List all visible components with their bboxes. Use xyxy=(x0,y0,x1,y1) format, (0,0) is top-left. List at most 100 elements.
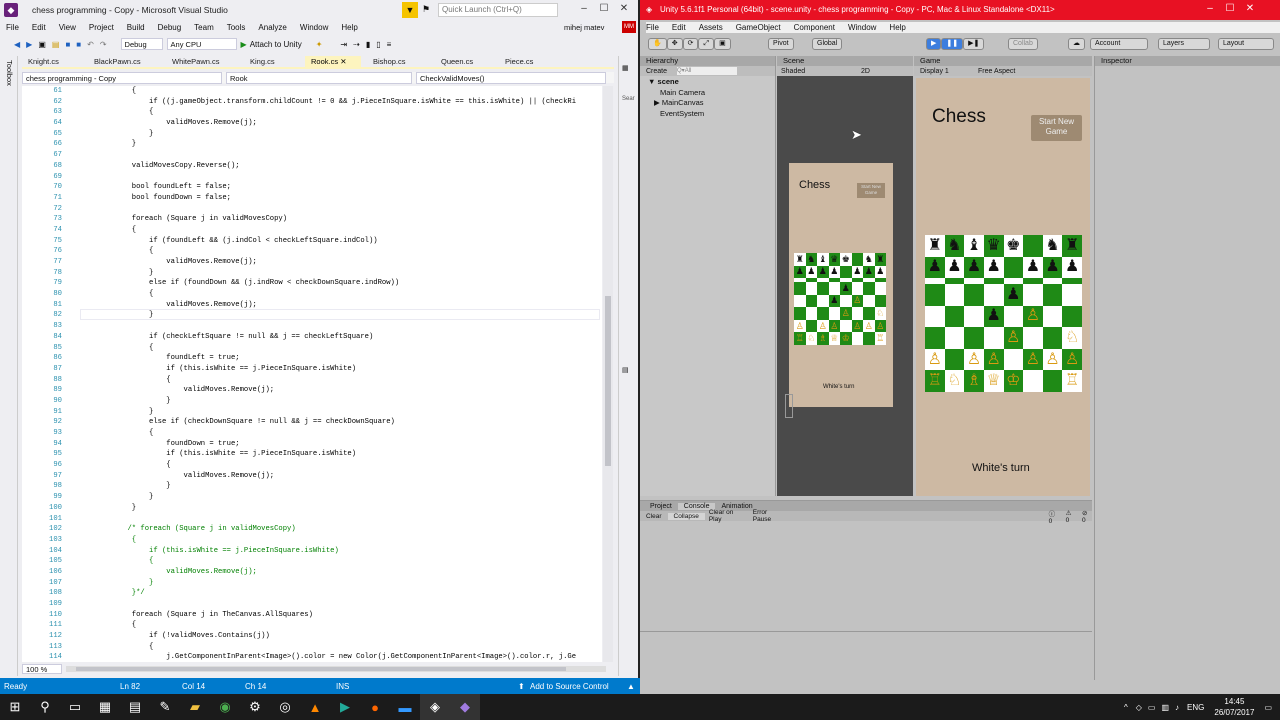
board-square[interactable]: ♙ xyxy=(1023,348,1043,371)
board-square[interactable]: ♚ xyxy=(1003,235,1024,257)
task-view-icon[interactable]: ▭ xyxy=(60,694,90,720)
board-square[interactable]: ♞ xyxy=(1042,235,1063,257)
board-square[interactable]: ♙ xyxy=(964,348,984,371)
unity-hub-icon[interactable]: ⚙ xyxy=(240,694,270,720)
board-square[interactable]: ♜ xyxy=(925,235,945,257)
unity-menu-gameobject[interactable]: GameObject xyxy=(736,23,781,32)
board-square[interactable] xyxy=(925,283,945,306)
layout-dropdown[interactable]: Layout xyxy=(1218,38,1274,50)
scene-canvas-preview[interactable]: Chess Start New Game ♜ ♞ ♝ ♛ ♚ ♞ ♜ ♟ ♟ ♟ ♟ ♟ ♟ ♟ ♟ ♟ ♙ ♙ ♘… xyxy=(789,163,893,407)
attach-to-unity-button[interactable]: Attach to Unity xyxy=(250,40,302,49)
board-square[interactable]: ♙ xyxy=(1062,348,1082,371)
file-explorer-icon[interactable]: ▰ xyxy=(180,694,210,720)
board-square[interactable] xyxy=(964,283,984,306)
board-square[interactable] xyxy=(1003,305,1024,328)
horizontal-scrollbar-thumb[interactable] xyxy=(76,667,566,671)
board-square[interactable] xyxy=(1023,327,1043,349)
board-square[interactable]: ♟ xyxy=(983,256,1004,279)
horizontal-scrollbar[interactable] xyxy=(66,666,606,672)
vlc-icon[interactable]: ▲ xyxy=(300,694,330,720)
board-square[interactable]: ♟ xyxy=(1062,256,1082,279)
method-dropdown[interactable]: CheckValidMoves() xyxy=(416,71,606,84)
scrollbar-thumb[interactable] xyxy=(605,296,611,466)
debug-icon[interactable]: ✦ xyxy=(316,40,323,49)
new-project-icon[interactable]: ▣ xyxy=(38,40,46,49)
play-button[interactable]: ▶ xyxy=(926,38,942,50)
configuration-dropdown[interactable]: Debug xyxy=(120,38,163,50)
board-square[interactable] xyxy=(964,327,984,349)
tab-knight[interactable]: Knight.cs xyxy=(22,56,82,68)
pause-button[interactable]: ❚❚ xyxy=(941,38,964,50)
board-square[interactable]: ♟ xyxy=(983,305,1004,328)
unity-menu-help[interactable]: Help xyxy=(889,23,905,32)
hierarchy-item-eventsystem[interactable]: EventSystem xyxy=(648,109,775,120)
play-icon[interactable]: ▶ xyxy=(241,40,247,49)
board-square[interactable] xyxy=(1042,370,1063,392)
board-square[interactable]: ♟ xyxy=(925,256,945,279)
toolbox-tab[interactable]: Toolbox xyxy=(5,60,14,86)
hierarchy-tab[interactable]: Hierarchy xyxy=(640,56,775,66)
steam-icon[interactable]: ◎ xyxy=(270,694,300,720)
board-square[interactable]: ♘ xyxy=(944,370,965,392)
dropbox-icon[interactable]: ◇ xyxy=(1136,703,1142,712)
search-icon[interactable]: ⚲ xyxy=(30,694,60,720)
project-tab[interactable]: Project xyxy=(644,503,678,510)
board-square[interactable]: ♟ xyxy=(964,256,984,279)
board-square[interactable]: ♛ xyxy=(983,235,1004,257)
menu-build[interactable]: Build xyxy=(127,23,145,32)
board-square[interactable] xyxy=(925,327,945,349)
tab-blackpawn[interactable]: BlackPawn.cs xyxy=(88,56,160,68)
board-square[interactable] xyxy=(983,283,1004,306)
quick-launch-input[interactable]: Quick Launch (Ctrl+Q) xyxy=(438,3,558,17)
menu-tools[interactable]: Tools xyxy=(227,23,246,32)
board-square[interactable]: ♕ xyxy=(983,370,1004,392)
notification-icon[interactable]: ⚑ xyxy=(422,4,430,15)
zoom-dropdown[interactable]: 100 % xyxy=(22,664,62,674)
scene-root-item[interactable]: ▼ scene xyxy=(648,77,775,88)
project-dropdown[interactable]: chess programming - Copy xyxy=(22,71,222,84)
start-icon[interactable]: ⊞ xyxy=(0,694,30,720)
hand-tool-icon[interactable]: ✋ xyxy=(648,38,667,50)
board-square[interactable] xyxy=(983,327,1004,349)
board-square[interactable]: ♞ xyxy=(944,235,965,257)
clock[interactable]: 14:45 26/07/2017 xyxy=(1214,696,1254,718)
board-square[interactable]: ♙ xyxy=(1003,327,1024,349)
filter-icon[interactable]: ▼ xyxy=(402,2,418,18)
tab-whitepawn[interactable]: WhitePawn.cs xyxy=(166,56,238,68)
board-square[interactable]: ♝ xyxy=(964,235,984,257)
terminal-icon[interactable]: ▶ xyxy=(330,694,360,720)
clear-on-play-button[interactable]: Clear on Play xyxy=(705,509,749,523)
menu-analyze[interactable]: Analyze xyxy=(258,23,286,32)
language-indicator[interactable]: ENG xyxy=(1187,703,1204,712)
account-dropdown[interactable]: Account xyxy=(1090,38,1148,50)
layers-dropdown[interactable]: Layers xyxy=(1158,38,1210,50)
board-square[interactable]: ♖ xyxy=(925,370,945,392)
close-tab-icon[interactable]: ✕ xyxy=(340,57,346,66)
add-source-control-button[interactable]: Add to Source Control xyxy=(530,682,609,691)
store-icon[interactable]: ▦ xyxy=(90,694,120,720)
minimize-button[interactable]: – xyxy=(574,3,594,14)
display-dropdown[interactable]: Display 1 xyxy=(920,68,978,75)
step-over-icon[interactable]: ⇢ xyxy=(353,40,360,49)
tab-queen[interactable]: Queen.cs xyxy=(435,56,493,68)
shading-dropdown[interactable]: Shaded xyxy=(781,68,861,75)
notepad-icon[interactable]: ✎ xyxy=(150,694,180,720)
step-icon[interactable]: ⇥ xyxy=(340,40,347,49)
back-icon[interactable]: ◀ xyxy=(14,40,20,49)
visual-studio-taskbar-icon[interactable]: ◆ xyxy=(450,694,480,720)
move-tool-icon[interactable]: ✥ xyxy=(666,38,683,50)
menu-debug[interactable]: Debug xyxy=(158,23,182,32)
menu-edit[interactable]: Edit xyxy=(32,23,46,32)
info-count[interactable]: ⓘ 0 xyxy=(1049,508,1060,525)
game-tab[interactable]: Game xyxy=(914,56,1092,66)
board-square[interactable]: ♟ xyxy=(1003,283,1024,306)
step-button[interactable]: ▶❚ xyxy=(963,38,985,50)
hierarchy-search-input[interactable]: Q▾All xyxy=(677,67,738,75)
aspect-dropdown[interactable]: Free Aspect xyxy=(978,68,1015,75)
menu-project[interactable]: Project xyxy=(89,23,114,32)
solution-explorer-icon[interactable]: ▦ xyxy=(622,64,629,72)
board-square[interactable] xyxy=(1023,370,1043,392)
board-square[interactable]: ♔ xyxy=(1003,370,1024,392)
code-editor[interactable]: 61 62 63 64 65 66 67 68 69 70 71 72 73 74 75 76 77 78 79 80… xyxy=(22,86,602,662)
undo-icon[interactable]: ↶ xyxy=(87,40,94,49)
